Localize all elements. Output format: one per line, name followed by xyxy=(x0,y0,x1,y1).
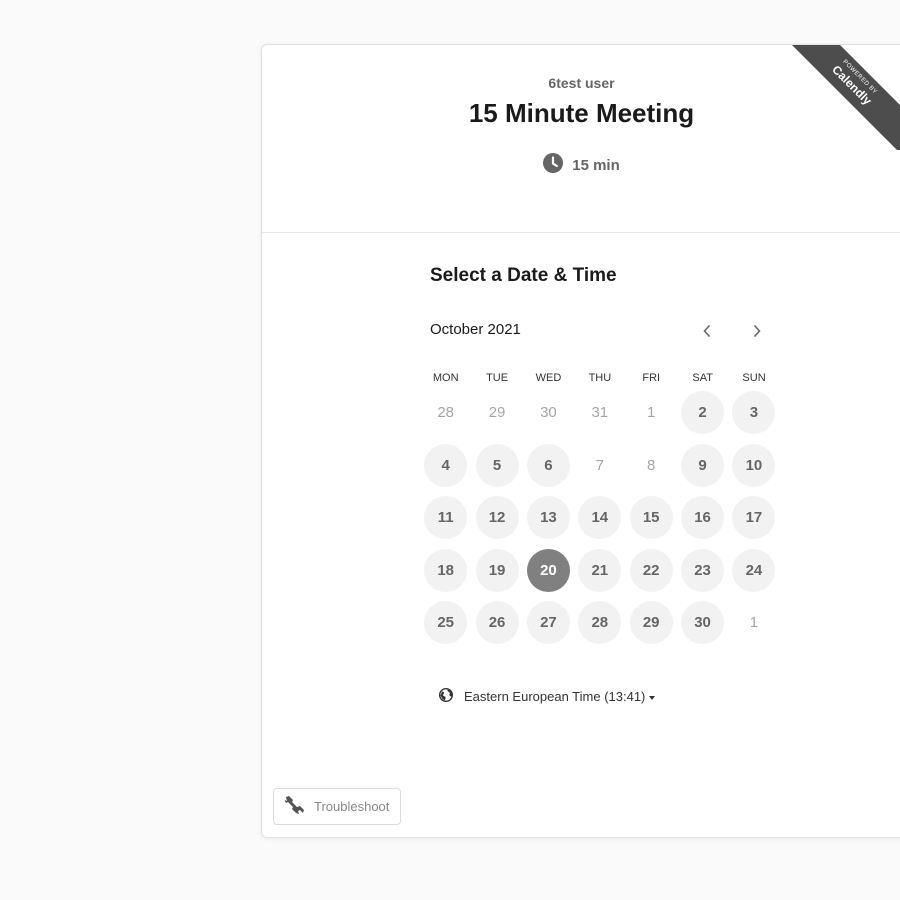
available-day[interactable]: 11 xyxy=(424,496,468,539)
powered-by-ribbon[interactable]: POWERED BY Calendly xyxy=(791,45,900,150)
available-day[interactable]: 18 xyxy=(424,548,468,592)
available-day[interactable]: 15 xyxy=(629,496,673,539)
available-day[interactable]: 14 xyxy=(578,496,622,539)
timezone-label: Eastern European Time (13:41) xyxy=(464,689,646,704)
available-day[interactable]: 25 xyxy=(424,601,468,644)
section-title: Select a Date & Time xyxy=(430,265,617,286)
unavailable-day: 7 xyxy=(595,456,604,474)
available-day[interactable]: 16 xyxy=(681,496,725,539)
available-day[interactable]: 4 xyxy=(424,443,468,487)
available-day[interactable]: 26 xyxy=(475,601,519,644)
chevron-left-icon xyxy=(703,324,711,338)
calendar-week: 4 5 6 7 8 9 10 xyxy=(420,443,780,497)
weekday-thu: THU xyxy=(588,372,612,384)
available-day[interactable]: 29 xyxy=(629,601,673,644)
weekday-header: MON TUE WED THU FRI SAT SUN xyxy=(420,372,780,384)
month-navigation: October 2021 xyxy=(430,321,770,341)
unavailable-day: 1 xyxy=(647,404,656,421)
calendar-grid: 28 29 30 31 1 2 3 4 5 6 7 8 9 10 11 12 13 14 15 16 17 18 19 20 2… xyxy=(420,391,780,654)
globe-icon xyxy=(438,687,454,705)
available-day[interactable]: 28 xyxy=(578,601,622,644)
calendar-week: 28 29 30 31 1 2 3 xyxy=(420,391,780,444)
available-day[interactable]: 3 xyxy=(732,391,776,434)
weekday-sun: SUN xyxy=(742,372,766,384)
unavailable-day: 31 xyxy=(591,404,609,421)
weekday-wed: WED xyxy=(535,372,562,384)
available-day[interactable]: 5 xyxy=(475,443,519,487)
duration-label: 15 min xyxy=(572,156,620,174)
wrench-icon xyxy=(284,795,306,818)
available-day[interactable]: 2 xyxy=(681,391,725,434)
troubleshoot-label: Troubleshoot xyxy=(314,799,390,814)
prev-month-button[interactable] xyxy=(694,318,720,344)
next-month-button[interactable] xyxy=(744,318,770,344)
weekday-tue: TUE xyxy=(486,372,509,384)
selected-day[interactable]: 20 xyxy=(526,548,570,592)
available-day[interactable]: 19 xyxy=(475,548,519,592)
unavailable-day: 30 xyxy=(540,404,557,421)
ribbon-small-text: POWERED BY xyxy=(841,59,878,96)
chevron-right-icon xyxy=(753,324,761,338)
available-day[interactable]: 10 xyxy=(732,443,776,487)
weekday-mon: MON xyxy=(432,372,459,384)
weekday-sat: SAT xyxy=(692,372,713,384)
unavailable-day: 29 xyxy=(488,404,506,421)
unavailable-day: 1 xyxy=(749,614,759,631)
current-month: October 2021 xyxy=(430,321,521,338)
available-day[interactable]: 30 xyxy=(681,601,725,644)
available-day[interactable]: 24 xyxy=(732,548,776,592)
available-day[interactable]: 13 xyxy=(526,496,570,539)
calendar-week: 25 26 27 28 29 30 1 xyxy=(420,601,780,654)
available-day[interactable]: 9 xyxy=(681,443,725,487)
timezone-selector[interactable]: Eastern European Time (13:41) xyxy=(438,687,656,705)
available-day[interactable]: 12 xyxy=(475,496,519,539)
available-day[interactable]: 23 xyxy=(681,548,725,592)
available-day[interactable]: 22 xyxy=(629,548,673,592)
weekday-fri: FRI xyxy=(642,372,661,384)
available-day[interactable]: 17 xyxy=(732,496,776,539)
available-day[interactable]: 21 xyxy=(578,548,622,592)
calendar-week: 18 19 20 21 22 23 24 xyxy=(420,548,780,602)
unavailable-day: 8 xyxy=(647,456,656,474)
troubleshoot-button[interactable]: Troubleshoot xyxy=(273,788,401,825)
available-day[interactable]: 6 xyxy=(526,443,570,487)
clock-icon xyxy=(543,153,564,177)
caret-down-icon xyxy=(649,695,656,700)
booking-card: 6test user 15 Minute Meeting 15 min POWE… xyxy=(261,44,900,838)
calendar-week: 11 12 13 14 15 16 17 xyxy=(420,496,780,549)
unavailable-day: 28 xyxy=(437,404,455,421)
event-duration: 15 min xyxy=(262,153,900,177)
available-day[interactable]: 27 xyxy=(526,601,570,644)
